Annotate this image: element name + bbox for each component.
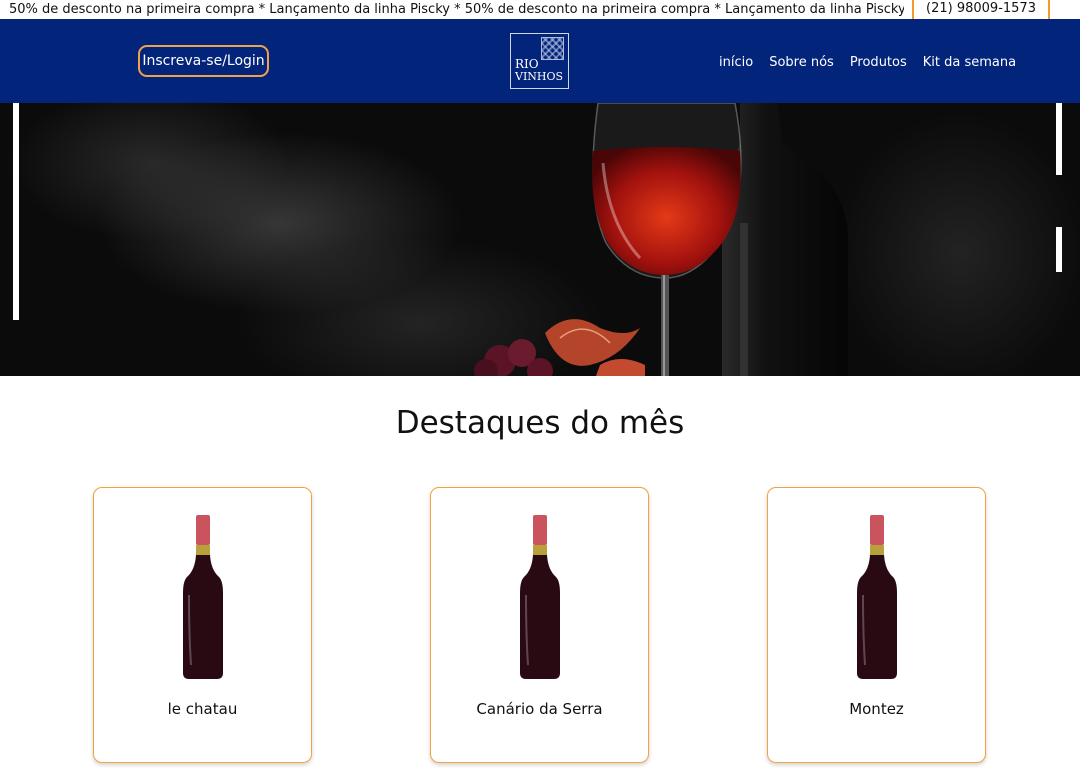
rio-vinhos-logo[interactable]: RIO VINHOS <box>510 33 569 89</box>
logo-text-vinhos: VINHOS <box>515 70 564 83</box>
wine-bottle-image <box>856 515 897 679</box>
logo-tile-icon <box>541 37 564 60</box>
slider-left-edge[interactable] <box>13 103 19 320</box>
nav-produtos[interactable]: Produtos <box>850 54 907 74</box>
slider-right-edge-top[interactable] <box>1056 103 1062 175</box>
signup-login-button[interactable]: Inscreva-se/Login <box>138 45 269 77</box>
wine-bottle-image <box>519 515 560 679</box>
product-name: Canário da Serra <box>476 700 603 718</box>
product-card[interactable]: Canário da Serra <box>430 487 649 763</box>
site-header: Inscreva-se/Login RIO VINHOS início Sobr… <box>0 19 1080 103</box>
main-nav: início Sobre nós Produtos Kit da semana <box>719 54 1016 74</box>
nav-sobre-nos[interactable]: Sobre nós <box>769 54 834 74</box>
promo-marquee: 50% de desconto na primeira compra * Lan… <box>9 2 904 17</box>
highlights-title: Destaques do mês <box>395 405 685 441</box>
wine-glass-image <box>474 103 849 376</box>
product-name: le chatau <box>167 700 238 718</box>
product-card[interactable]: le chatau <box>93 487 312 763</box>
nav-kit-da-semana[interactable]: Kit da semana <box>923 54 1016 74</box>
promo-bar: 50% de desconto na primeira compra * Lan… <box>0 0 1080 19</box>
slider-right-edge-bottom[interactable] <box>1056 227 1062 272</box>
nav-inicio[interactable]: início <box>719 54 753 74</box>
product-name: Montez <box>849 700 904 718</box>
product-card[interactable]: Montez <box>767 487 986 763</box>
wine-bottle-image <box>182 515 223 679</box>
phone-number[interactable]: (21) 98009-1573 <box>912 0 1050 19</box>
hero-banner <box>0 103 1080 376</box>
